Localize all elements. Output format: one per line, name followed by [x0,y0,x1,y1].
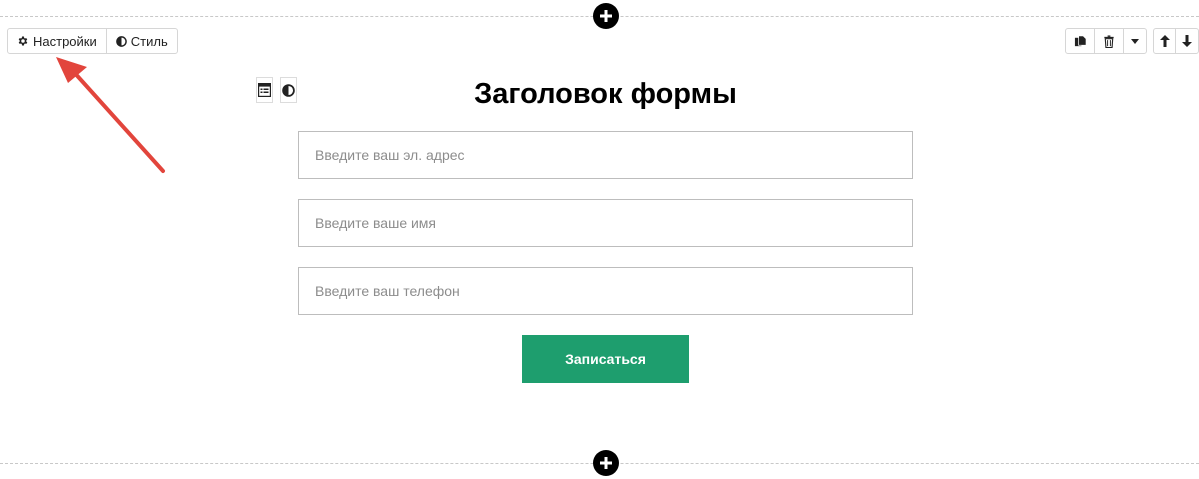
form-title[interactable]: Заголовок формы [298,74,913,114]
arrow-down-icon [1182,35,1192,47]
more-actions-dropdown[interactable] [1124,29,1146,53]
settings-label: Настройки [33,33,97,49]
plus-icon [600,457,612,469]
name-input[interactable] [298,199,913,247]
style-label: Стиль [130,33,168,49]
gear-icon [18,36,28,46]
form-settings-button[interactable] [256,77,273,103]
email-input[interactable] [298,131,913,179]
add-block-bottom-button[interactable] [593,450,619,476]
block-toolbar-left: Настройки Стиль [7,28,178,54]
delete-block-button[interactable] [1095,29,1124,53]
arrow-up-icon [1159,35,1170,47]
plus-icon [600,10,612,22]
caret-down-icon [1131,38,1139,44]
contrast-icon [115,35,127,47]
copy-icon [1074,35,1086,46]
move-down-button[interactable] [1176,29,1198,53]
form-list-icon [258,83,271,97]
block-toolbar-actions [1065,28,1147,54]
move-up-button[interactable] [1154,29,1176,53]
copy-block-button[interactable] [1066,29,1095,53]
add-block-top-button[interactable] [593,3,619,29]
phone-input[interactable] [298,267,913,315]
settings-button[interactable]: Настройки [8,29,107,53]
form-style-button[interactable] [280,77,297,103]
submit-button[interactable]: Записаться [522,335,689,383]
red-arrow-icon [56,57,165,173]
style-button[interactable]: Стиль [107,29,177,53]
trash-icon [1104,34,1114,48]
block-toolbar-move [1153,28,1199,54]
contrast-icon [282,83,295,97]
